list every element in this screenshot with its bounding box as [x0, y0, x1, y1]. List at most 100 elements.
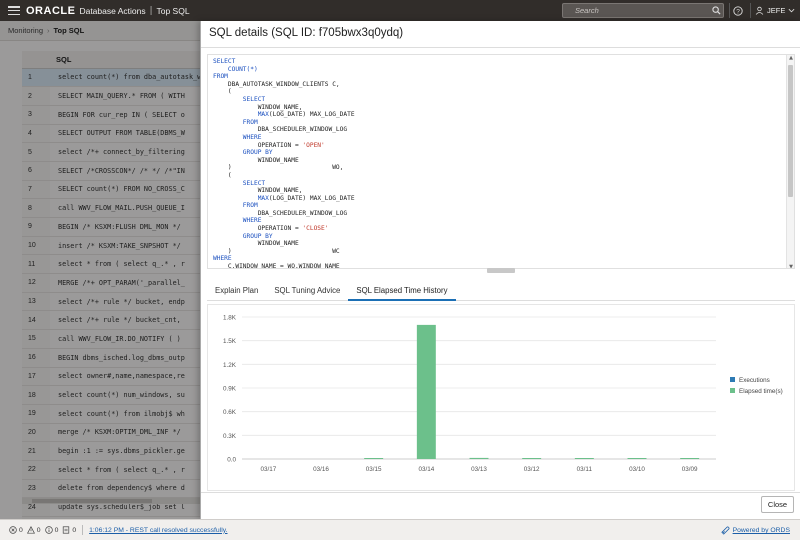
- code-token: WINDOW_NAME,: [213, 187, 303, 195]
- hamburger-menu-icon[interactable]: [8, 6, 20, 15]
- scrollbar-thumb[interactable]: [788, 65, 793, 197]
- warning-icon: [26, 526, 35, 534]
- code-line: ) WO,: [213, 164, 355, 172]
- code-line: FROM: [213, 202, 355, 210]
- y-tick-label: 0.0: [227, 457, 236, 464]
- bar-elapsed-time-s-: [364, 458, 384, 459]
- user-menu-button[interactable]: JEFE: [750, 3, 795, 18]
- bar-elapsed-time-s-: [522, 458, 542, 459]
- code-token: SELECT: [213, 179, 266, 187]
- info-icon: [44, 526, 53, 534]
- scroll-up-icon[interactable]: ▲: [788, 55, 794, 61]
- search-icon[interactable]: [709, 4, 723, 17]
- x-tick-label: 03/13: [471, 466, 487, 473]
- dialog-title: SQL details (SQL ID: f705bwx3q0ydq): [209, 27, 404, 39]
- details-tabs: Explain Plan SQL Tuning Advice SQL Elaps…: [207, 282, 795, 301]
- tab-sql-elapsed-time-history[interactable]: SQL Elapsed Time History: [348, 282, 456, 301]
- code-line: GROUP BY: [213, 149, 355, 157]
- search-input[interactable]: [563, 4, 709, 17]
- code-vertical-scrollbar[interactable]: ▲ ▼: [786, 55, 794, 268]
- status-bar: 0 0 0 0 1:06:12 PM - REST call resolved …: [0, 519, 800, 540]
- chart-svg: 0.0 0.3K 0.6K 0.9K 1.2K 1.5K 1.8K 03/17 03/16 03/…: [223, 315, 783, 474]
- x-tick-label: 03/10: [629, 466, 645, 473]
- x-tick-label: 03/12: [524, 466, 540, 473]
- code-token: FROM: [213, 73, 228, 81]
- code-token: DBA_AUTOTASK_WINDOW_CLIENTS C,: [213, 80, 340, 88]
- pane-splitter-handle[interactable]: [487, 268, 515, 273]
- tab-sql-tuning-advice[interactable]: SQL Tuning Advice: [266, 282, 348, 301]
- code-token: (LOG_DATE) MAX_LOG_DATE: [268, 194, 355, 202]
- code-token: MAX: [257, 194, 269, 202]
- code-token: 'OPEN': [302, 141, 325, 149]
- code-token: COUNT(*): [213, 65, 258, 73]
- code-token: WHERE: [213, 217, 262, 225]
- code-token: (: [213, 88, 232, 96]
- bar-elapsed-time-s-: [574, 458, 594, 459]
- code-line: WINDOW_NAME: [213, 157, 355, 165]
- x-tick-label: 03/09: [682, 466, 698, 473]
- code-token: C.WINDOW_NAME = WO.WINDOW_NAME: [213, 263, 340, 269]
- bar-elapsed-time-s-: [627, 458, 647, 459]
- code-token: SELECT: [213, 95, 266, 103]
- code-line: WHERE: [213, 255, 355, 263]
- code-token: OPERATION =: [213, 141, 303, 149]
- code-line: ) WC: [213, 248, 355, 256]
- code-line: WINDOW_NAME: [213, 240, 355, 248]
- oracle-logo: ORACLE: [26, 4, 76, 17]
- code-token: FROM: [213, 202, 258, 210]
- elapsed-time-chart: 0.0 0.3K 0.6K 0.9K 1.2K 1.5K 1.8K 03/17 03/16 03/…: [207, 304, 795, 491]
- code-token: WINDOW_NAME: [213, 240, 299, 248]
- x-tick-label: 03/16: [313, 466, 329, 473]
- y-tick-label: 1.2K: [223, 362, 237, 369]
- code-token: GROUP BY: [213, 149, 273, 157]
- top-bar: ORACLE Database Actions | Top SQL ? JEFE: [0, 0, 800, 21]
- warning-count[interactable]: 0: [26, 526, 41, 534]
- code-token: WINDOW_NAME: [213, 156, 299, 164]
- status-message[interactable]: 1:06:12 PM - REST call resolved successf…: [89, 527, 227, 534]
- brand[interactable]: ORACLE Database Actions | Top SQL: [8, 5, 190, 17]
- tab-explain-plan[interactable]: Explain Plan: [207, 282, 266, 301]
- code-line: WINDOW_NAME,: [213, 187, 355, 195]
- code-line: FROM: [213, 73, 355, 81]
- error-icon: [9, 526, 17, 534]
- legend-swatch: [730, 388, 735, 393]
- y-tick-label: 0.9K: [223, 386, 237, 393]
- x-tick-label: 03/11: [577, 466, 593, 473]
- powered-by-ords-link[interactable]: Powered by ORDS: [720, 526, 790, 535]
- y-tick-label: 1.8K: [223, 315, 237, 322]
- bar-elapsed-time-s-: [416, 324, 436, 459]
- code-line: WINDOW_NAME,: [213, 104, 355, 112]
- x-tick-label: 03/15: [366, 466, 382, 473]
- code-line: WHERE: [213, 134, 355, 142]
- scroll-down-icon[interactable]: ▼: [788, 264, 794, 268]
- user-icon: [755, 6, 764, 15]
- y-tick-label: 0.6K: [223, 409, 237, 416]
- code-token: WHERE: [213, 255, 232, 263]
- legend-label: Executions: [739, 377, 770, 384]
- code-token: OPERATION =: [213, 225, 303, 233]
- code-token: ) WO,: [213, 164, 344, 172]
- sql-code-pane[interactable]: SELECT COUNT(*) FROM DBA_AUTOTASK_WINDOW_…: [207, 54, 795, 269]
- code-token: (LOG_DATE) MAX_LOG_DATE: [268, 111, 355, 119]
- error-count[interactable]: 0: [9, 526, 23, 534]
- legend-swatch: [730, 377, 735, 382]
- y-tick-label: 1.5K: [223, 338, 237, 345]
- code-line: MAX(LOG_DATE) MAX_LOG_DATE: [213, 111, 355, 119]
- code-token: WHERE: [213, 133, 262, 141]
- bar-elapsed-time-s-: [680, 458, 700, 459]
- code-line: SELECT: [213, 96, 355, 104]
- sql-code-text: SELECT COUNT(*) FROM DBA_AUTOTASK_WINDOW_…: [213, 58, 355, 269]
- page-name: Top SQL: [156, 5, 190, 16]
- close-button[interactable]: Close: [761, 496, 794, 513]
- code-line: GROUP BY: [213, 233, 355, 241]
- info-count[interactable]: 0: [44, 526, 58, 534]
- help-button[interactable]: ?: [729, 3, 745, 18]
- x-tick-label: 03/17: [260, 466, 276, 473]
- help-icon: ?: [732, 5, 743, 16]
- code-token: WINDOW_NAME,: [213, 103, 303, 111]
- code-token: (: [213, 171, 232, 179]
- code-line: DBA_SCHEDULER_WINDOW_LOG: [213, 126, 355, 134]
- pending-count[interactable]: 0: [62, 526, 76, 534]
- x-tick-label: 03/14: [418, 466, 434, 473]
